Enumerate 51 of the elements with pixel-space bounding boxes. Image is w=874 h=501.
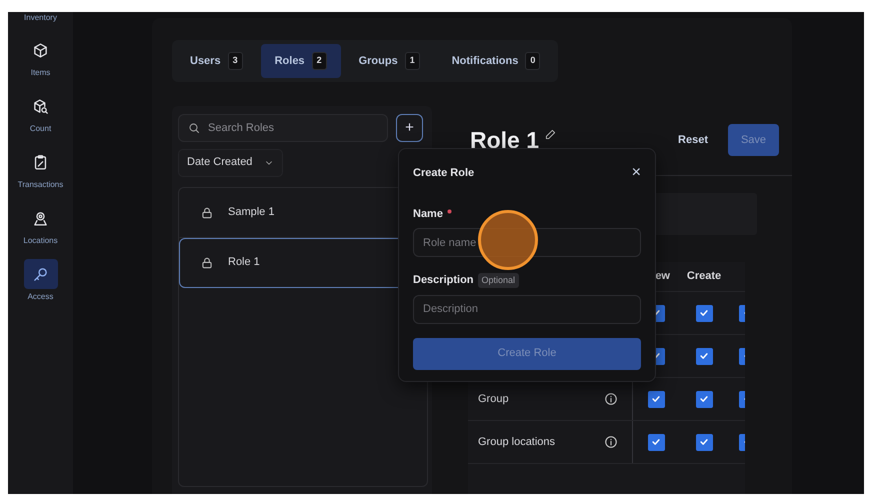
sidebar-label: Locations	[23, 235, 58, 247]
check-icon	[699, 351, 709, 361]
column-header: Create	[686, 270, 722, 282]
tab[interactable]: Users 3	[176, 44, 257, 78]
tab[interactable]: Notifications 0	[438, 44, 554, 78]
close-button[interactable]: ×	[632, 165, 641, 182]
clipboard-icon	[32, 154, 49, 170]
lock-icon	[200, 206, 214, 220]
count-badge: 3	[228, 52, 243, 70]
info-icon	[604, 435, 618, 449]
sort-dropdown[interactable]: Date Created	[178, 148, 284, 176]
optional-badge: Optional	[478, 272, 520, 288]
search-icon	[188, 122, 200, 134]
sidebar-item[interactable]	[24, 259, 58, 289]
key-icon	[32, 266, 49, 282]
box-search-icon	[32, 98, 49, 114]
cube-icon	[32, 42, 49, 58]
person-pin-icon	[32, 210, 49, 226]
info-icon	[604, 392, 618, 406]
search-field[interactable]: Search Roles	[178, 114, 388, 142]
checkbox[interactable]	[648, 390, 665, 408]
check-icon	[699, 437, 709, 447]
pencil-icon	[545, 128, 556, 140]
permission-name: Group	[478, 392, 509, 407]
checkbox[interactable]	[696, 348, 712, 364]
lock-icon	[200, 256, 214, 270]
add-button[interactable]: +	[396, 114, 423, 142]
role-title: Role 1	[470, 126, 540, 155]
checkbox[interactable]	[696, 304, 712, 322]
checkbox[interactable]	[696, 434, 712, 450]
reset-button[interactable]: Reset	[672, 130, 714, 150]
checkbox[interactable]	[648, 434, 665, 450]
tab[interactable]: Groups 1	[344, 44, 434, 78]
count-badge: 2	[312, 52, 327, 70]
count-badge: 0	[525, 52, 540, 70]
check-icon	[699, 308, 709, 318]
count-badge: 1	[404, 52, 420, 70]
permission-name: Group locations	[478, 434, 556, 450]
sidebar-label: Items	[30, 67, 50, 79]
sidebar-label: Inventory	[24, 12, 57, 23]
check-icon	[699, 394, 709, 404]
description-field[interactable]: Description	[413, 294, 641, 324]
check-icon	[651, 394, 662, 404]
column-header: ew	[655, 270, 670, 282]
sidebar-label: Access	[28, 291, 54, 303]
checkbox[interactable]	[696, 390, 712, 408]
check-icon	[651, 437, 662, 447]
sidebar-label: Count	[30, 123, 52, 135]
tab[interactable]: Roles 2	[260, 44, 341, 78]
sidebar-label: Transactions	[18, 179, 64, 191]
dialog-title: Create Role	[413, 166, 474, 181]
